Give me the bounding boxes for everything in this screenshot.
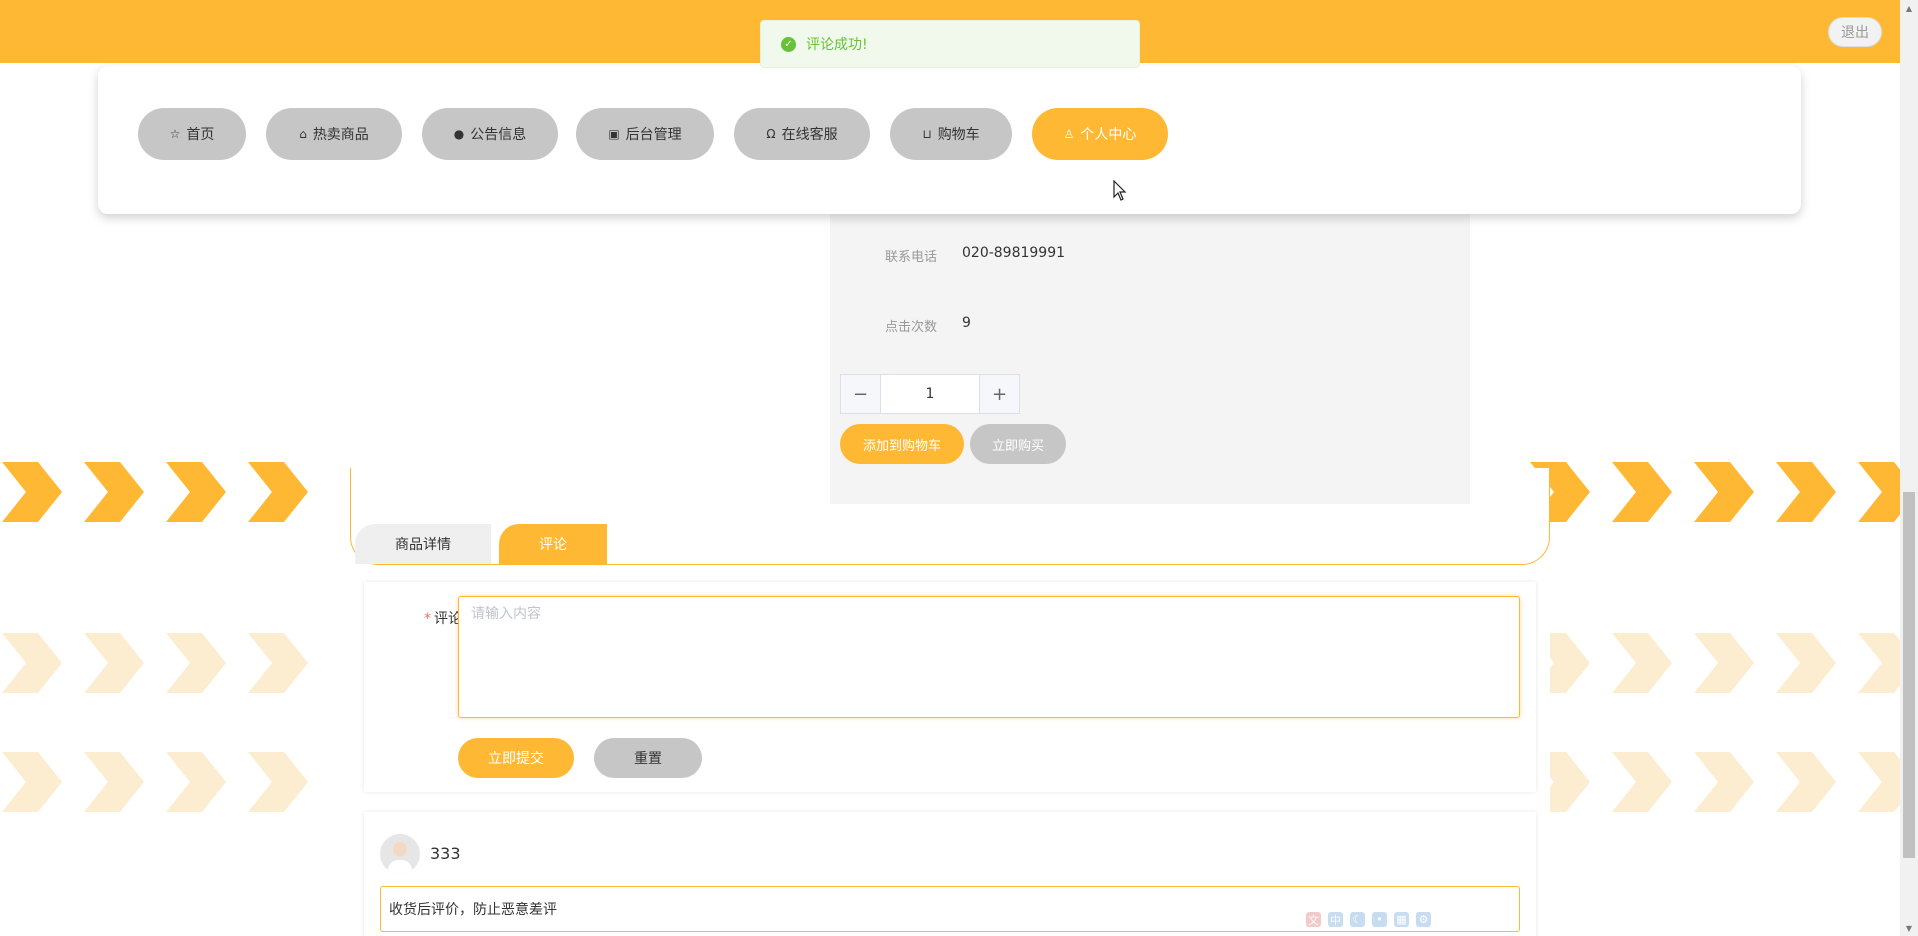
vertical-scrollbar[interactable]: ▲ ▼ (1900, 0, 1918, 936)
chevron-shape (2, 752, 62, 812)
ime-icon[interactable]: • (1372, 912, 1387, 927)
tab-product-details[interactable]: 商品详情 (355, 524, 491, 564)
increase-button[interactable]: + (979, 375, 1019, 413)
decrease-button[interactable]: − (841, 375, 881, 413)
buy-now-button[interactable]: 立即购买 (970, 424, 1066, 464)
scroll-thumb[interactable] (1903, 492, 1915, 858)
required-mark: * (424, 611, 431, 627)
comment-form: * 评论 请输入内容 立即提交 重置 (364, 582, 1536, 792)
clicks-label: 点击次数 (885, 320, 938, 335)
avatar (380, 834, 420, 874)
chevron-shape (1776, 633, 1836, 693)
toast-message: 评论成功! (806, 37, 868, 53)
chevron-shape (1694, 752, 1754, 812)
chevron-shape (2, 462, 62, 522)
ime-icon[interactable]: 中 (1328, 912, 1343, 927)
nav-label: 个人中心 (1080, 127, 1137, 143)
clicks-value: 9 (962, 315, 971, 331)
nav-hot-products[interactable]: ⌂ 热卖商品 (266, 108, 402, 160)
cart-icon: ⊔ (922, 127, 932, 141)
nav-label: 后台管理 (625, 127, 682, 143)
chevron-shape (166, 462, 226, 522)
scroll-up-icon[interactable]: ▲ (1900, 0, 1918, 16)
product-info-panel: 联系电话 020-89819991 点击次数 9 − 1 + 添加到购物车 立即… (830, 214, 1470, 504)
chevron-shape (84, 462, 144, 522)
reset-button[interactable]: 重置 (594, 738, 702, 778)
chevron-shape (2, 633, 62, 693)
success-toast: ✓ 评论成功! (760, 20, 1140, 68)
chevron-shape (1858, 752, 1900, 812)
ime-icon[interactable]: 文 (1306, 912, 1321, 927)
ime-icon[interactable]: ☾ (1350, 912, 1365, 927)
chevron-shape (248, 462, 308, 522)
quantity-stepper: − 1 + (840, 374, 1020, 414)
page: 退出 ✓ 评论成功! ☆ 首页 ⌂ 热卖商品 ● 公告信息 ▣ 后台管理 Ω 在… (0, 0, 1900, 936)
chevron-shape (1776, 462, 1836, 522)
scroll-down-icon[interactable]: ▼ (1900, 920, 1918, 936)
nav-home[interactable]: ☆ 首页 (138, 108, 246, 160)
chevron-shape (1858, 462, 1900, 522)
chevron-shape (248, 752, 308, 812)
check-circle-icon: ✓ (781, 36, 796, 52)
add-to-cart-button[interactable]: 添加到购物车 (840, 424, 964, 464)
chevron-shape (1694, 462, 1754, 522)
quantity-input[interactable]: 1 (881, 375, 979, 413)
user-icon: ♙ (1063, 127, 1075, 141)
chevron-shape (1858, 633, 1900, 693)
nav-label: 热卖商品 (312, 127, 369, 143)
chevron-shape (1612, 633, 1672, 693)
comment-label: * 评论 (424, 608, 462, 628)
chevron-shape (1776, 752, 1836, 812)
nav-cart[interactable]: ⊔ 购物车 (890, 108, 1012, 160)
phone-label: 联系电话 (885, 250, 938, 265)
chevron-shape (1694, 633, 1754, 693)
nav-label: 购物车 (937, 127, 980, 143)
chevron-shape (166, 633, 226, 693)
chevron-shape (1612, 462, 1672, 522)
alert-icon: ● (453, 127, 465, 141)
phone-value: 020-89819991 (962, 245, 1066, 261)
chevron-shape (1612, 752, 1672, 812)
chevron-shape (84, 752, 144, 812)
headset-icon: Ω (766, 127, 776, 141)
submit-button[interactable]: 立即提交 (458, 738, 574, 778)
logout-button[interactable]: 退出 (1828, 17, 1882, 47)
ime-toolbar: 文 中 ☾ • ▦ ⚙ (1306, 912, 1431, 927)
nav-personal-center[interactable]: ♙ 个人中心 (1032, 108, 1168, 160)
star-icon: ☆ (169, 127, 181, 141)
main-nav: ☆ 首页 ⌂ 热卖商品 ● 公告信息 ▣ 后台管理 Ω 在线客服 ⊔ 购物车 ♙… (98, 66, 1801, 214)
nav-label: 在线客服 (781, 127, 838, 143)
tab-comments[interactable]: 评论 (499, 524, 607, 564)
nav-label: 公告信息 (470, 127, 527, 143)
mouse-cursor-icon (1113, 180, 1127, 201)
nav-label: 首页 (186, 127, 215, 143)
nav-customer-service[interactable]: Ω 在线客服 (734, 108, 870, 160)
briefcase-icon: ▣ (608, 127, 620, 141)
chevron-shape (166, 752, 226, 812)
chevron-shape (84, 633, 144, 693)
product-tabs-card: 商品详情 评论 * 评论 请输入内容 立即提交 重置 333 收货后评价，防止恶意… (350, 468, 1550, 936)
bag-icon: ⌂ (299, 127, 307, 141)
nav-announcements[interactable]: ● 公告信息 (422, 108, 558, 160)
comment-textarea[interactable]: 请输入内容 (458, 596, 1520, 718)
chevron-shape (248, 633, 308, 693)
ime-icon[interactable]: ⚙ (1416, 912, 1431, 927)
comment-username: 333 (430, 844, 461, 863)
ime-icon[interactable]: ▦ (1394, 912, 1409, 927)
nav-admin[interactable]: ▣ 后台管理 (576, 108, 714, 160)
